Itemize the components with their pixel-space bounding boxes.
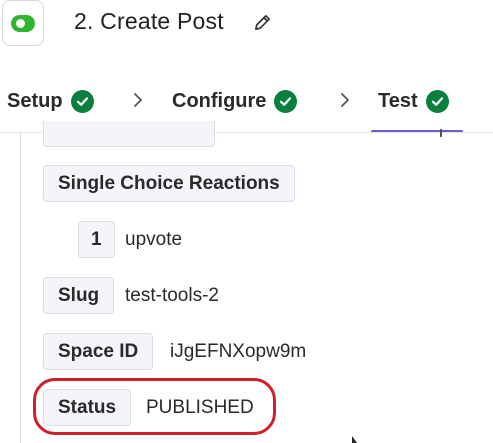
reaction-value: upvote (125, 229, 183, 250)
tab-test[interactable]: Test (378, 80, 449, 122)
tree-guide-line (20, 133, 21, 443)
reaction-index-label: 1 (78, 221, 115, 258)
tab-configure[interactable]: Configure (172, 80, 298, 122)
single-choice-reactions-label: Single Choice Reactions (43, 165, 295, 202)
check-circle-icon (425, 89, 449, 113)
tab-setup-label: Setup (7, 89, 63, 112)
step-header: 2. Create Post (0, 0, 493, 50)
mouse-cursor-icon (352, 436, 357, 443)
chevron-right-icon (134, 93, 142, 107)
space-id-value: iJgEFNXopw9m (170, 341, 307, 362)
scroll-marker (440, 129, 442, 137)
slug-value: test-tools-2 (125, 285, 219, 306)
check-circle-icon (274, 89, 298, 113)
check-circle-icon (70, 89, 94, 113)
slug-label: Slug (43, 277, 115, 314)
toggle-app-icon (2, 0, 44, 46)
step-title: 2. Create Post (74, 8, 224, 34)
status-highlight-annotation (33, 378, 276, 435)
space-id-label: Space ID (43, 333, 154, 370)
tab-setup[interactable]: Setup (7, 80, 94, 122)
field-chip-partial (43, 121, 215, 147)
chevron-right-icon (341, 93, 349, 107)
tab-test-label: Test (378, 89, 418, 112)
tab-configure-label: Configure (172, 89, 267, 112)
pencil-icon[interactable] (253, 13, 272, 32)
